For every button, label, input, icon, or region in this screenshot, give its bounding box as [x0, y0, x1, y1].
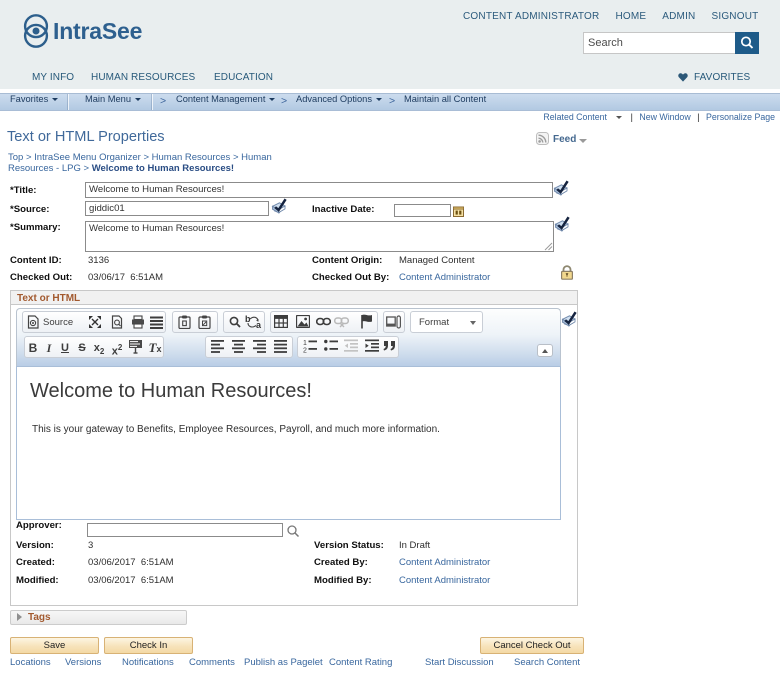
svg-text:1: 1	[303, 340, 307, 347]
svg-text:2: 2	[303, 348, 307, 354]
